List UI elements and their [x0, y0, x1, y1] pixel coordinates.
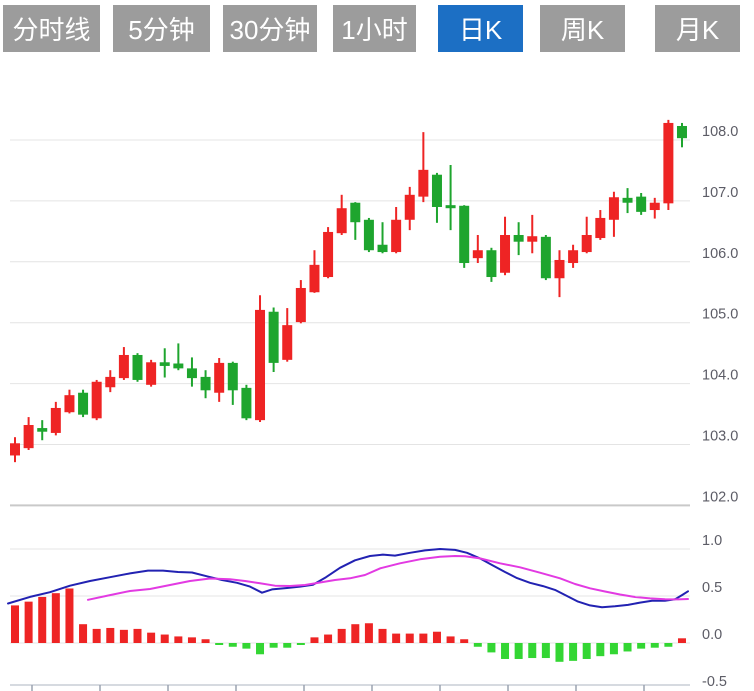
- candles: [10, 120, 687, 462]
- svg-text:105.0: 105.0: [702, 307, 738, 323]
- kline-chart[interactable]: 108.0 107.0 106.0 105.0 104.0 103.0 102.0 1.0 0.…: [0, 0, 754, 691]
- x-axis: [10, 685, 690, 691]
- svg-text:0.0: 0.0: [702, 627, 722, 643]
- svg-text:107.0: 107.0: [702, 185, 738, 201]
- gridlines: [10, 140, 690, 643]
- axis-labels: 108.0 107.0 106.0 105.0 104.0 103.0 102.0 1.0 0.…: [702, 124, 738, 690]
- svg-text:106.0: 106.0: [702, 246, 738, 262]
- svg-text:1.0: 1.0: [702, 533, 722, 549]
- svg-text:102.0: 102.0: [702, 489, 738, 505]
- svg-text:103.0: 103.0: [702, 429, 738, 445]
- svg-text:108.0: 108.0: [702, 124, 738, 140]
- indicator-lines: [8, 549, 688, 607]
- svg-text:0.5: 0.5: [702, 580, 722, 596]
- svg-text:-0.5: -0.5: [702, 674, 727, 690]
- svg-text:104.0: 104.0: [702, 368, 738, 384]
- macd-histogram: [11, 588, 686, 661]
